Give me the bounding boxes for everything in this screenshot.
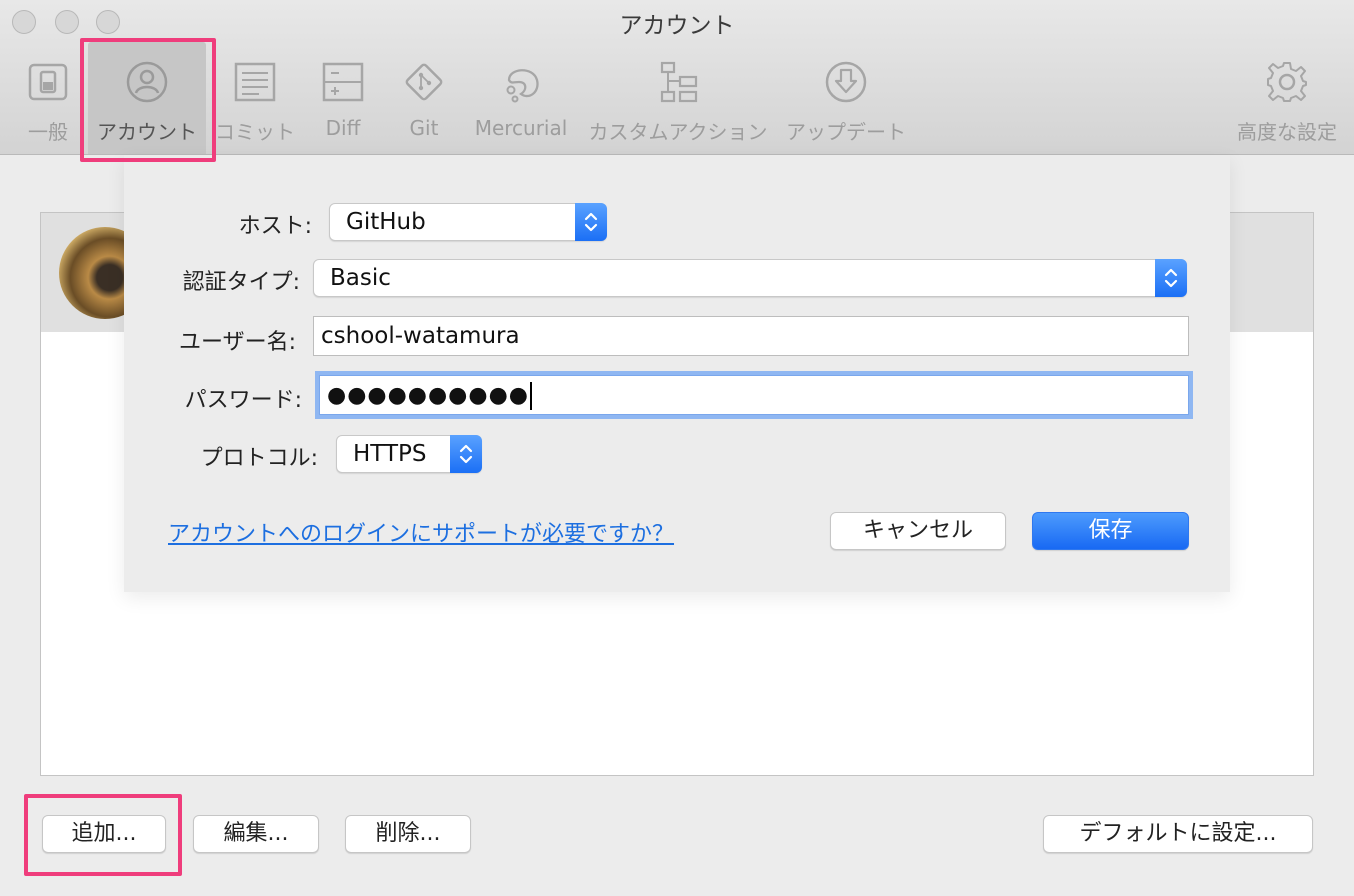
text-caret — [529, 381, 532, 410]
protocol-label: プロトコル: — [200, 446, 318, 471]
toolbar-label-custom-actions: カスタムアクション — [588, 120, 768, 144]
title-bar: アカウント 一般 アカウント コミット Diff Git Mercurial カ… — [0, 0, 1354, 155]
protocol-popup[interactable]: HTTPS — [336, 435, 482, 473]
password-field[interactable]: ●●●●●●●●●● — [315, 371, 1193, 419]
login-help-link[interactable]: アカウントへのログインにサポートが必要ですか？ — [168, 516, 674, 548]
toolbar-label-update: アップデート — [786, 120, 906, 144]
download-circle-icon — [825, 61, 867, 103]
username-label: ユーザー名: — [179, 330, 296, 355]
save-button[interactable]: 保存 — [1032, 512, 1189, 550]
host-label: ホスト: — [238, 214, 312, 239]
window-title: アカウント — [619, 13, 735, 39]
toolbar-item-mercurial[interactable]: Mercurial — [470, 42, 572, 154]
toolbar-item-custom-actions[interactable]: カスタムアクション — [586, 42, 770, 154]
updown-chevron-icon — [450, 435, 482, 473]
toolbar-label-mercurial: Mercurial — [474, 116, 568, 140]
toolbar-item-commit[interactable]: コミット — [212, 42, 298, 154]
toolbar-label-commit: コミット — [215, 120, 295, 144]
set-default-button[interactable]: デフォルトに設定... — [1043, 815, 1313, 853]
auth-type-popup[interactable]: Basic — [313, 259, 1187, 297]
cancel-button[interactable]: キャンセル — [830, 512, 1006, 550]
host-popup[interactable]: GitHub — [329, 203, 607, 241]
toolbar-item-update[interactable]: アップデート — [784, 42, 908, 154]
auth-type-label: 認証タイプ: — [182, 270, 300, 295]
git-icon — [405, 63, 443, 101]
updown-chevron-icon — [575, 203, 607, 241]
username-field[interactable]: cshool-watamura — [313, 316, 1189, 356]
diff-icon — [322, 62, 364, 102]
delete-account-button[interactable]: 削除... — [345, 815, 471, 853]
gear-icon — [1267, 62, 1307, 102]
toolbar-item-diff[interactable]: Diff — [312, 42, 374, 154]
auth-type-value: Basic — [330, 265, 391, 291]
toolbar-item-git[interactable]: Git — [394, 42, 454, 154]
toolbar-label-general: 一般 — [28, 120, 68, 144]
switch-icon — [28, 63, 68, 101]
password-label: パスワード: — [184, 388, 302, 413]
toolbar-label-advanced: 高度な設定 — [1237, 120, 1337, 144]
toolbar-item-advanced[interactable]: 高度な設定 — [1234, 42, 1340, 154]
toolbar-label-accounts: アカウント — [97, 120, 197, 144]
toolbar-label-git: Git — [409, 116, 439, 140]
toolbar-item-accounts[interactable]: アカウント — [88, 42, 206, 154]
flowchart-icon — [660, 61, 698, 103]
protocol-value: HTTPS — [353, 441, 427, 467]
toolbar-item-general[interactable]: 一般 — [14, 42, 82, 154]
add-account-button[interactable]: 追加... — [42, 815, 166, 853]
password-dots: ●●●●●●●●●● — [327, 383, 529, 408]
host-value: GitHub — [346, 209, 426, 235]
toolbar-label-diff: Diff — [325, 116, 361, 140]
user-circle-icon — [126, 61, 168, 103]
updown-chevron-icon — [1155, 259, 1187, 297]
text-lines-icon — [234, 62, 276, 102]
edit-account-button[interactable]: 編集... — [193, 815, 319, 853]
mercurial-icon — [506, 69, 539, 103]
